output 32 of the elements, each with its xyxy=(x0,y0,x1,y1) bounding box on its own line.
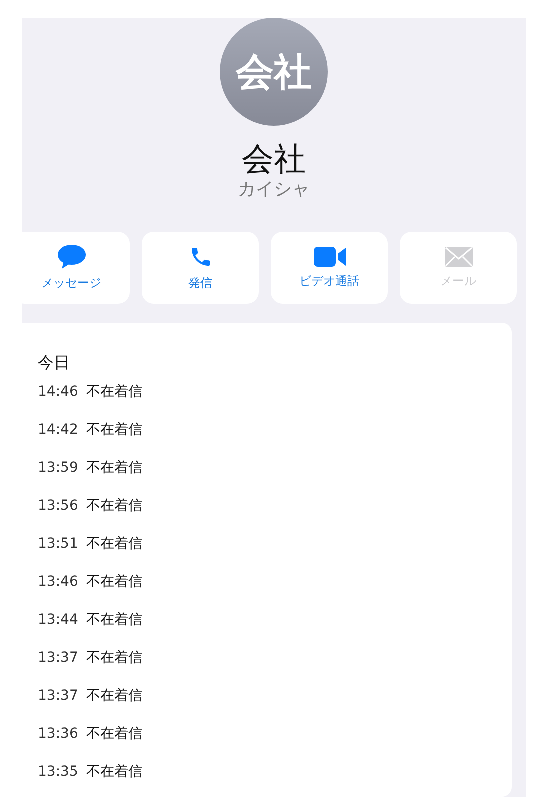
call-type: 不在着信 xyxy=(86,763,142,781)
date-heading: 今日 xyxy=(38,352,71,374)
video-button[interactable]: ビデオ通話 xyxy=(271,232,388,304)
call-type: 不在着信 xyxy=(86,383,142,401)
call-type: 不在着信 xyxy=(86,611,142,629)
message-button[interactable]: メッセージ xyxy=(22,232,130,304)
speech-bubble-icon xyxy=(58,244,86,268)
call-time: 13:44 xyxy=(38,612,78,628)
contact-name: 会社 xyxy=(242,140,306,178)
call-button[interactable]: 発信 xyxy=(142,232,259,304)
call-type: 不在着信 xyxy=(86,725,142,743)
contact-reading: カイシャ xyxy=(238,178,310,202)
call-time: 14:42 xyxy=(38,422,78,438)
call-type: 不在着信 xyxy=(86,421,142,439)
call-time: 13:35 xyxy=(38,764,78,780)
call-type: 不在着信 xyxy=(86,649,142,667)
call-time: 13:59 xyxy=(38,460,78,476)
call-time: 13:37 xyxy=(38,650,78,666)
envelope-icon xyxy=(444,246,472,266)
call-time: 13:46 xyxy=(38,574,78,590)
call-time: 13:37 xyxy=(38,688,78,704)
call-type: 不在着信 xyxy=(86,535,142,553)
call-type: 不在着信 xyxy=(86,459,142,477)
avatar: 会社 xyxy=(220,18,328,126)
call-time: 14:46 xyxy=(38,384,78,400)
call-time: 13:36 xyxy=(38,726,78,742)
video-camera-icon xyxy=(314,246,346,266)
call-type: 不在着信 xyxy=(86,497,142,515)
call-type: 不在着信 xyxy=(86,573,142,591)
call-time: 13:51 xyxy=(38,536,78,552)
call-type: 不在着信 xyxy=(86,687,142,705)
call-time: 13:56 xyxy=(38,498,78,514)
